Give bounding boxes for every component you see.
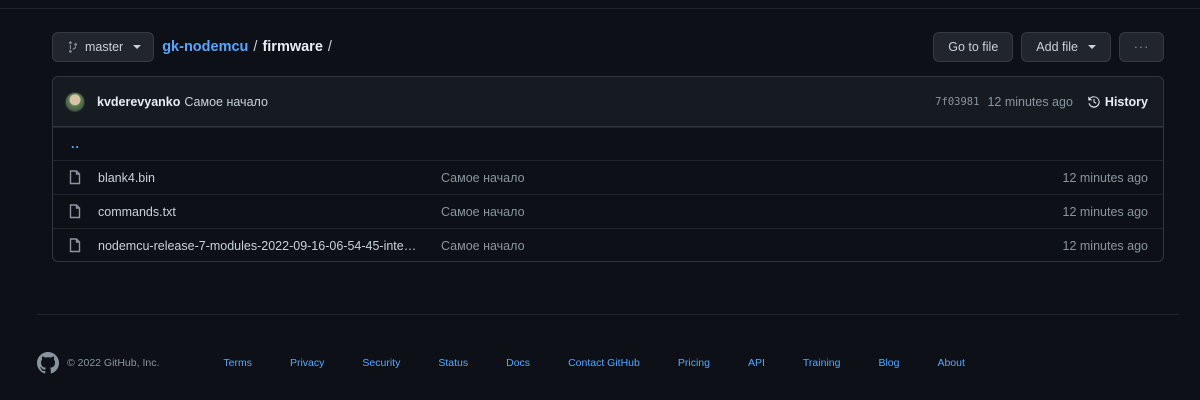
file-age: 12 minutes ago bbox=[1062, 204, 1148, 219]
file-icon bbox=[69, 170, 83, 186]
table-row: nodemcu-release-7-modules-2022-09-16-06-… bbox=[53, 228, 1163, 261]
footer-link-training[interactable]: Training bbox=[803, 357, 841, 369]
file-commit-link[interactable]: Самое начало bbox=[441, 239, 525, 253]
more-options-button[interactable]: ··· bbox=[1119, 32, 1164, 62]
parent-directory-row: .. bbox=[53, 127, 1163, 160]
footer-link-docs[interactable]: Docs bbox=[506, 357, 530, 369]
chevron-down-icon bbox=[1088, 45, 1096, 49]
file-commit-link[interactable]: Самое начало bbox=[441, 171, 525, 185]
latest-commit-bar: kvderevyanko Самое начало 7f03981 12 min… bbox=[53, 77, 1163, 127]
add-file-button[interactable]: Add file bbox=[1021, 32, 1111, 62]
breadcrumb: gk-nodemcu / firmware / bbox=[162, 39, 332, 55]
file-name-link[interactable]: blank4.bin bbox=[98, 171, 428, 185]
file-age: 12 minutes ago bbox=[1062, 238, 1148, 253]
table-row: blank4.bin Самое начало 12 minutes ago bbox=[53, 160, 1163, 194]
footer-link-api[interactable]: API bbox=[748, 357, 765, 369]
copyright-text: © 2022 GitHub, Inc. bbox=[67, 357, 160, 369]
file-commit-link[interactable]: Самое начало bbox=[441, 205, 525, 219]
add-file-label: Add file bbox=[1036, 40, 1078, 54]
footer-link-about[interactable]: About bbox=[937, 357, 964, 369]
breadcrumb-current-dir: firmware bbox=[262, 39, 323, 55]
commit-meta: 7f03981 12 minutes ago History bbox=[935, 95, 1148, 109]
footer-link-security[interactable]: Security bbox=[362, 357, 400, 369]
footer-links: Terms Privacy Security Status Docs Conta… bbox=[223, 357, 1003, 369]
commit-age: 12 minutes ago bbox=[987, 94, 1073, 109]
table-row: commands.txt Самое начало 12 minutes ago bbox=[53, 194, 1163, 228]
avatar[interactable] bbox=[65, 91, 85, 112]
branch-name: master bbox=[85, 40, 124, 54]
footer-divider bbox=[37, 314, 1179, 315]
go-to-file-label: Go to file bbox=[948, 40, 999, 54]
breadcrumb-repo-link[interactable]: gk-nodemcu bbox=[162, 39, 248, 55]
file-icon bbox=[69, 204, 83, 220]
history-label: History bbox=[1104, 94, 1148, 109]
footer-link-status[interactable]: Status bbox=[438, 357, 468, 369]
footer-link-privacy[interactable]: Privacy bbox=[290, 357, 324, 369]
file-name-link[interactable]: commands.txt bbox=[98, 205, 428, 219]
github-logo-icon[interactable] bbox=[37, 352, 59, 374]
history-link[interactable]: History bbox=[1087, 95, 1148, 109]
breadcrumb-separator: / bbox=[327, 39, 332, 55]
breadcrumb-separator: / bbox=[253, 39, 258, 55]
top-divider bbox=[0, 8, 1200, 9]
history-icon bbox=[1088, 95, 1100, 108]
kebab-horizontal-icon: ··· bbox=[1133, 40, 1150, 54]
file-name-link[interactable]: nodemcu-release-7-modules-2022-09-16-06-… bbox=[98, 239, 428, 253]
commit-message-link[interactable]: Самое начало bbox=[184, 95, 268, 109]
footer-link-pricing[interactable]: Pricing bbox=[678, 357, 710, 369]
go-to-file-button[interactable]: Go to file bbox=[933, 32, 1014, 62]
footer-link-terms[interactable]: Terms bbox=[223, 357, 252, 369]
git-branch-icon bbox=[69, 41, 77, 53]
toolbar-actions: Go to file Add file ··· bbox=[933, 32, 1164, 62]
file-navigation-toolbar: master gk-nodemcu / firmware / Go to fil… bbox=[52, 32, 1164, 62]
chevron-down-icon bbox=[133, 45, 142, 49]
footer: © 2022 GitHub, Inc. Terms Privacy Securi… bbox=[37, 352, 1179, 374]
commit-author-link[interactable]: kvderevyanko bbox=[97, 95, 180, 109]
file-icon bbox=[69, 238, 83, 254]
footer-link-blog[interactable]: Blog bbox=[878, 357, 899, 369]
commit-sha-link[interactable]: 7f03981 bbox=[935, 96, 979, 108]
file-list-box: kvderevyanko Самое начало 7f03981 12 min… bbox=[52, 76, 1164, 262]
file-age: 12 minutes ago bbox=[1062, 170, 1148, 185]
branch-selector-button[interactable]: master bbox=[52, 32, 155, 62]
parent-directory-link[interactable]: .. bbox=[71, 137, 80, 151]
footer-link-contact-github[interactable]: Contact GitHub bbox=[568, 357, 640, 369]
